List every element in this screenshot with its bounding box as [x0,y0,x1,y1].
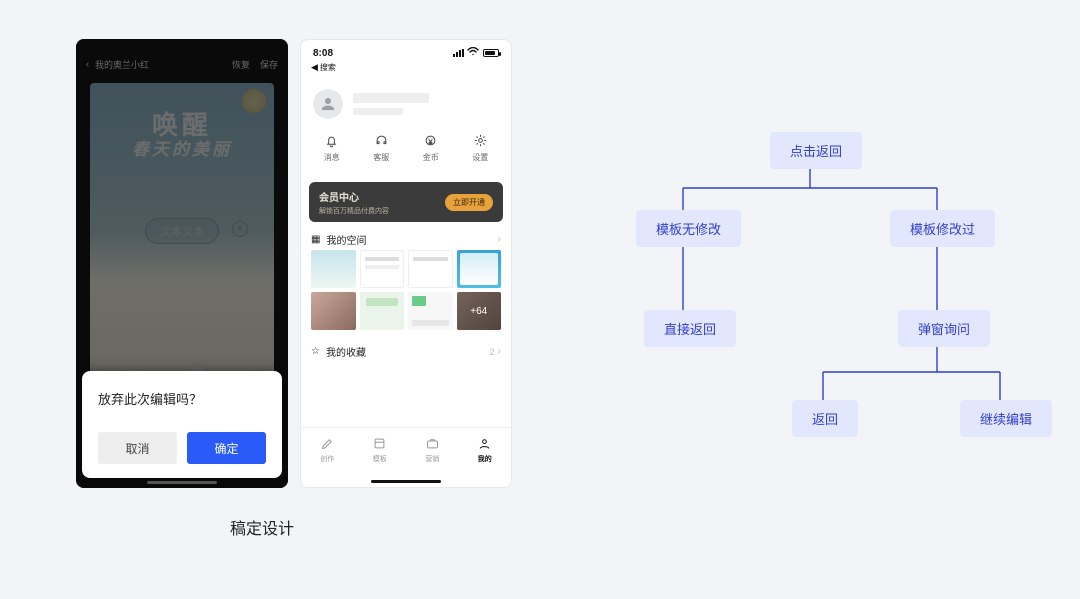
flow-node-continue: 继续编辑 [960,400,1052,437]
section-my-space[interactable]: ▦ 我的空间 › [311,232,501,247]
template-canvas[interactable]: 唤醒 春天的美丽 文本文本 + [90,83,274,413]
action-settings[interactable]: 设置 [460,130,500,176]
hero-line2: 春天的美丽 [90,135,274,160]
chevron-right-icon: › [498,346,501,357]
pencil-icon [307,436,347,452]
dialog-question: 放弃此次编辑吗？ [98,389,266,408]
headset-icon [361,130,401,150]
home-indicator [147,481,217,484]
tab-marketing[interactable]: 营销 [412,436,452,464]
action-messages[interactable]: 消息 [312,130,352,176]
section-favorites[interactable]: ☆ 我的收藏 2 › [311,344,501,359]
vip-banner[interactable]: 会员中心 解锁百万精品付费内容 立即开通 [309,182,503,222]
thumbnail[interactable] [360,292,405,330]
caption: 稿定设计 [230,515,294,539]
discard-dialog: 放弃此次编辑吗？ 取消 确定 [82,371,282,478]
back-label: 搜索 [320,62,336,73]
vip-cta-button[interactable]: 立即开通 [445,194,493,211]
back-to-search[interactable]: ◀ 搜索 [311,62,336,73]
phone-editor: ‹ 我的奥兰小红 恢复 保存 唤醒 春天的美丽 文本文本 + 放弃此次编辑吗？ … [76,39,288,488]
redo-action[interactable]: 恢复 [232,58,250,71]
status-time: 8:08 [313,48,333,59]
editor-title: 我的奥兰小红 [95,58,149,71]
thumbnail[interactable] [311,250,356,288]
template-icon [360,436,400,452]
tab-create[interactable]: 创作 [307,436,347,464]
thumbnail[interactable] [311,292,356,330]
battery-icon [483,49,499,57]
profile-header[interactable] [313,82,499,126]
action-support[interactable]: 客服 [361,130,401,176]
coin-icon [411,130,451,150]
add-element-icon[interactable]: + [232,221,248,237]
editor-topbar: ‹ 我的奥兰小红 恢复 保存 [76,53,288,75]
confirm-button[interactable]: 确定 [187,432,266,464]
gear-icon [460,130,500,150]
flow-node-no-change: 模板无修改 [636,210,741,247]
person-icon [465,436,505,452]
vip-title: 会员中心 [319,189,389,204]
favorites-count: 2 [490,347,495,357]
flow-diagram: 点击返回 模板无修改 模板修改过 直接返回 弹窗询问 返回 继续编辑 [570,110,1050,490]
signal-icon [453,49,464,57]
phone-profile: 8:08 ◀ 搜索 消息 客服 金币 [300,39,512,488]
thumbnail-more[interactable]: +64 [457,292,502,330]
flow-node-direct-back: 直接返回 [644,310,736,347]
thumbnail[interactable] [457,250,502,288]
tab-templates[interactable]: 模板 [360,436,400,464]
grid-icon: ▦ [311,234,320,245]
cancel-button[interactable]: 取消 [98,432,177,464]
flow-node-popup: 弹窗询问 [898,310,990,347]
text-placeholder-chip[interactable]: 文本文本 [145,218,219,244]
flow-node-changed: 模板修改过 [890,210,995,247]
section-title: 我的空间 [326,232,366,247]
vip-subtitle: 解锁百万精品付费内容 [319,206,389,216]
avatar[interactable] [313,89,343,119]
chevron-right-icon: › [498,234,501,245]
username-skeleton [353,93,429,115]
more-count: +64 [457,292,502,330]
bottom-tabbar: 创作 模板 营销 我的 [301,427,511,471]
thumbnail[interactable] [408,250,453,288]
user-silhouette-icon [319,95,337,113]
wifi-icon [467,47,479,59]
section-title: 我的收藏 [326,344,366,359]
flow-node-return: 返回 [792,400,858,437]
status-bar: 8:08 [301,46,511,60]
star-icon: ☆ [311,346,320,357]
briefcase-icon [412,436,452,452]
back-triangle-icon: ◀ [311,62,318,73]
bell-icon [312,130,352,150]
save-action[interactable]: 保存 [260,58,278,71]
quick-actions: 消息 客服 金币 设置 [301,130,511,176]
back-icon[interactable]: ‹ [86,59,89,69]
action-coins[interactable]: 金币 [411,130,451,176]
thumbnail[interactable] [408,292,453,330]
home-indicator [371,480,441,483]
space-thumbnails: +64 [311,250,501,330]
thumbnail[interactable] [360,250,405,288]
tab-profile[interactable]: 我的 [465,436,505,464]
flow-node-root: 点击返回 [770,132,862,169]
